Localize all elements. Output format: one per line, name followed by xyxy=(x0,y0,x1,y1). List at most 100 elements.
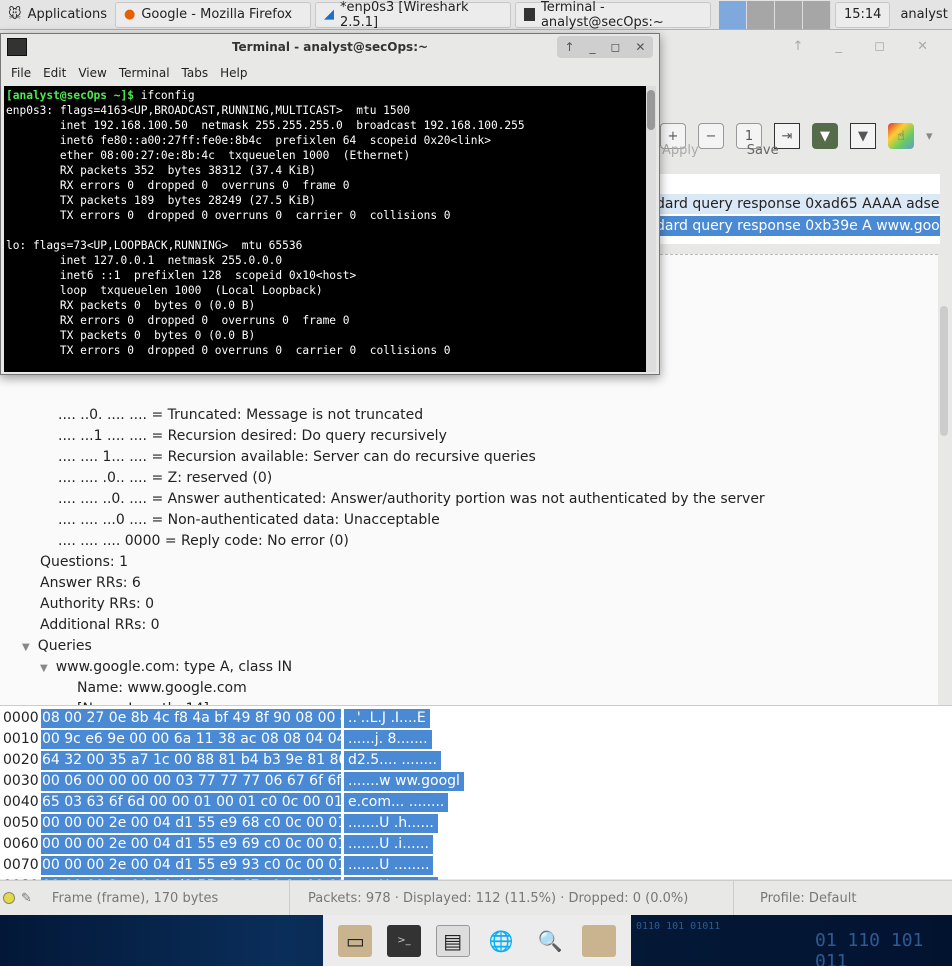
taskbar-window-terminal[interactable]: Terminal - analyst@secOps:~ xyxy=(514,0,711,30)
taskbar-window-wireshark[interactable]: ◢ *enp0s3 [Wireshark 2.5.1] xyxy=(314,0,511,30)
detail-tree-item[interactable]: Questions: 1 xyxy=(40,552,128,573)
terminal-menu-view[interactable]: View xyxy=(72,66,112,80)
capture-comment-icon[interactable]: ✎ xyxy=(21,891,32,906)
detail-tree-item[interactable]: .... ...1 .... .... = Recursion desired:… xyxy=(58,426,447,447)
workspace-1[interactable] xyxy=(718,0,747,29)
terminal-window-controls: ↑ _ ◻ ✕ xyxy=(557,36,653,58)
bytes-ascii: ......j. 8....... xyxy=(344,730,432,749)
bytes-ascii: d2.5.... ........ xyxy=(344,751,442,770)
clock[interactable]: 15:14 xyxy=(834,1,891,28)
terminal-menubar: File Edit View Terminal Tabs Help xyxy=(1,60,659,86)
web-browser-icon[interactable]: 🌐 xyxy=(484,925,518,957)
terminal-menu-edit[interactable]: Edit xyxy=(37,66,72,80)
bytes-offset: 0000 xyxy=(3,710,39,726)
detail-tree-item[interactable]: .... .... ...0 .... = Non-authenticated … xyxy=(58,510,440,531)
terminal-output-line: TX errors 0 dropped 0 overruns 0 carrier… xyxy=(6,209,451,222)
detail-tree-item[interactable]: Answer RRs: 6 xyxy=(40,573,141,594)
maximize-icon[interactable]: ◻ xyxy=(610,40,620,54)
detail-tree-item[interactable]: .... ..0. .... .... = Truncated: Message… xyxy=(58,405,423,426)
detail-tree-item[interactable]: .... .... .... 0000 = Reply code: No err… xyxy=(58,531,349,552)
detail-text: .... ...1 .... .... = Recursion desired:… xyxy=(58,428,447,444)
applications-menu[interactable]: 🐭 Applications xyxy=(4,2,111,28)
terminal-output-line: TX packets 0 bytes 0 (0.0 B) xyxy=(6,329,256,342)
taskbar: 🐭 Applications ● Google - Mozilla Firefox … xyxy=(0,0,952,30)
packet-bytes-pane: 0000 08 00 27 0e 8b 4c f8 4a bf 49 8f 90 … xyxy=(0,705,952,896)
terminal-icon xyxy=(523,8,535,21)
detail-tree-item[interactable]: Name: www.google.com xyxy=(77,678,247,699)
detail-tree-item[interactable]: .... .... ..0. .... = Answer authenticat… xyxy=(58,489,765,510)
user-name[interactable]: analyst xyxy=(900,7,947,22)
workspace-2[interactable] xyxy=(746,0,775,29)
terminal-output-line: RX errors 0 dropped 0 overruns 0 frame 0 xyxy=(6,314,350,327)
detail-text: Queries xyxy=(37,638,92,654)
packet-row-selected[interactable]: dard query response 0xb39e A www.google.… xyxy=(656,216,940,236)
keep-above-icon[interactable]: ↑ xyxy=(564,40,574,54)
detail-text: Authority RRs: 0 xyxy=(40,596,155,612)
home-folder-icon[interactable]: ▭ xyxy=(338,924,373,957)
bytes-hex: 64 32 00 35 a7 1c 00 88 81 b4 b3 9e 81 8… xyxy=(41,751,392,770)
terminal-launcher-icon[interactable]: >_ xyxy=(386,924,421,957)
details-scrollbar[interactable] xyxy=(940,301,950,701)
bytes-ascii: .......U .h...... xyxy=(344,814,438,833)
desktop-binary-text: 0110 101 01011 xyxy=(636,921,721,932)
detail-text: Questions: 1 xyxy=(40,554,128,570)
detail-tree-item[interactable]: Authority RRs: 0 xyxy=(40,594,154,615)
toolbar-overflow-chevron-icon[interactable]: ▾ xyxy=(926,129,933,144)
terminal-menu-terminal[interactable]: Terminal xyxy=(113,66,176,80)
bytes-ascii: .......w ww.googl xyxy=(344,772,464,791)
terminal-menu-tabs[interactable]: Tabs xyxy=(176,66,215,80)
terminal-output-line: inet 127.0.0.1 netmask 255.0.0.0 xyxy=(6,254,283,267)
expand-triangle-icon[interactable]: ▼ xyxy=(40,663,48,674)
taskbar-window-firefox[interactable]: ● Google - Mozilla Firefox xyxy=(114,1,311,28)
detail-tree-item[interactable]: Additional RRs: 0 xyxy=(40,615,160,636)
terminal-screen[interactable]: [analyst@secOps ~]$ ifconfig enp0s3: flag… xyxy=(4,86,647,372)
terminal-menu-file[interactable]: File xyxy=(5,66,37,80)
bytes-offset: 0040 xyxy=(3,794,39,810)
xfce-mouse-icon: 🐭 xyxy=(8,7,22,22)
status-frame: Frame (frame), 170 bytes xyxy=(51,890,219,906)
detail-text: .... .... .... 0000 = Reply code: No err… xyxy=(58,533,349,549)
expand-triangle-icon[interactable]: ▼ xyxy=(22,642,30,653)
wireshark-fin-icon: ◢ xyxy=(323,7,334,22)
terminal-output-line: RX packets 352 bytes 38312 (37.4 KiB) xyxy=(6,164,316,177)
coloring-rules-icon[interactable]: ☝ xyxy=(888,123,914,149)
bytes-ascii: ..'..L.J .I....E xyxy=(344,709,430,728)
bytes-offset: 0020 xyxy=(3,752,39,768)
bytes-hex: 00 00 00 2e 00 04 d1 55 e9 68 c0 0c 00 0… xyxy=(41,814,391,833)
desktop-background: 01 110 101 011 0110 101 01011 ▭ >_ ▤ 🌐 🔍 xyxy=(0,915,952,966)
desktop-binary-text: 01 110 101 011 xyxy=(815,930,924,966)
detail-tree-item[interactable]: .... .... .0.. .... = Z: reserved (0) xyxy=(58,468,272,489)
minimize-icon[interactable]: _ xyxy=(590,40,596,54)
filter-save-button[interactable]: Save xyxy=(747,143,779,158)
workspace-switcher[interactable] xyxy=(718,0,831,29)
detail-text: Answer RRs: 6 xyxy=(40,575,141,591)
detail-text: .... .... ..0. .... = Answer authenticat… xyxy=(58,491,765,507)
terminal-output-line: ether 08:00:27:0e:8b:4c txqueuelen 1000 … xyxy=(6,149,411,162)
terminal-output-line: inet 192.168.100.50 netmask 255.255.255.… xyxy=(6,119,525,132)
window-controls[interactable]: ↑ _ ◻ ✕ xyxy=(793,39,942,54)
close-icon[interactable]: ✕ xyxy=(635,40,645,54)
folder-icon[interactable] xyxy=(581,924,616,957)
status-profile[interactable]: Profile: Default xyxy=(734,881,856,916)
bytes-hex: 00 00 00 2e 00 04 d1 55 e9 93 c0 0c 00 0… xyxy=(41,856,391,875)
file-cabinet-icon[interactable]: ▤ xyxy=(435,924,470,957)
display-filters-icon[interactable]: ▼ xyxy=(850,123,876,149)
bytes-ascii: .......U .i...... xyxy=(344,835,433,854)
workspace-4[interactable] xyxy=(802,0,831,29)
detail-text: .... .... .0.. .... = Z: reserved (0) xyxy=(58,470,273,486)
terminal-menu-help[interactable]: Help xyxy=(214,66,253,80)
expert-info-icon[interactable] xyxy=(3,892,15,904)
packet-row[interactable]: dard query response 0xad65 AAAA adservic… xyxy=(656,194,940,214)
detail-tree-item[interactable]: .... .... 1... .... = Recursion availabl… xyxy=(58,447,536,468)
detail-tree-item[interactable]: ▼ Queries xyxy=(22,636,92,657)
search-icon[interactable]: 🔍 xyxy=(533,925,567,957)
detail-text: .... ..0. .... .... = Truncated: Message… xyxy=(58,407,424,423)
terminal-window: Terminal - analyst@secOps:~ ↑ _ ◻ ✕ File Edi… xyxy=(0,33,660,375)
detail-text: Name: www.google.com xyxy=(77,680,247,696)
terminal-output-line: lo: flags=73<UP,LOOPBACK,RUNNING> mtu 65… xyxy=(6,239,303,252)
workspace-3[interactable] xyxy=(774,0,803,29)
terminal-scrollbar[interactable] xyxy=(646,86,656,372)
filter-apply-button[interactable]: Apply xyxy=(662,143,699,158)
terminal-output-line: inet6 fe80::a00:27ff:fe0e:8b4c prefixlen… xyxy=(6,134,491,147)
detail-tree-item[interactable]: ▼ www.google.com: type A, class IN xyxy=(40,657,292,678)
